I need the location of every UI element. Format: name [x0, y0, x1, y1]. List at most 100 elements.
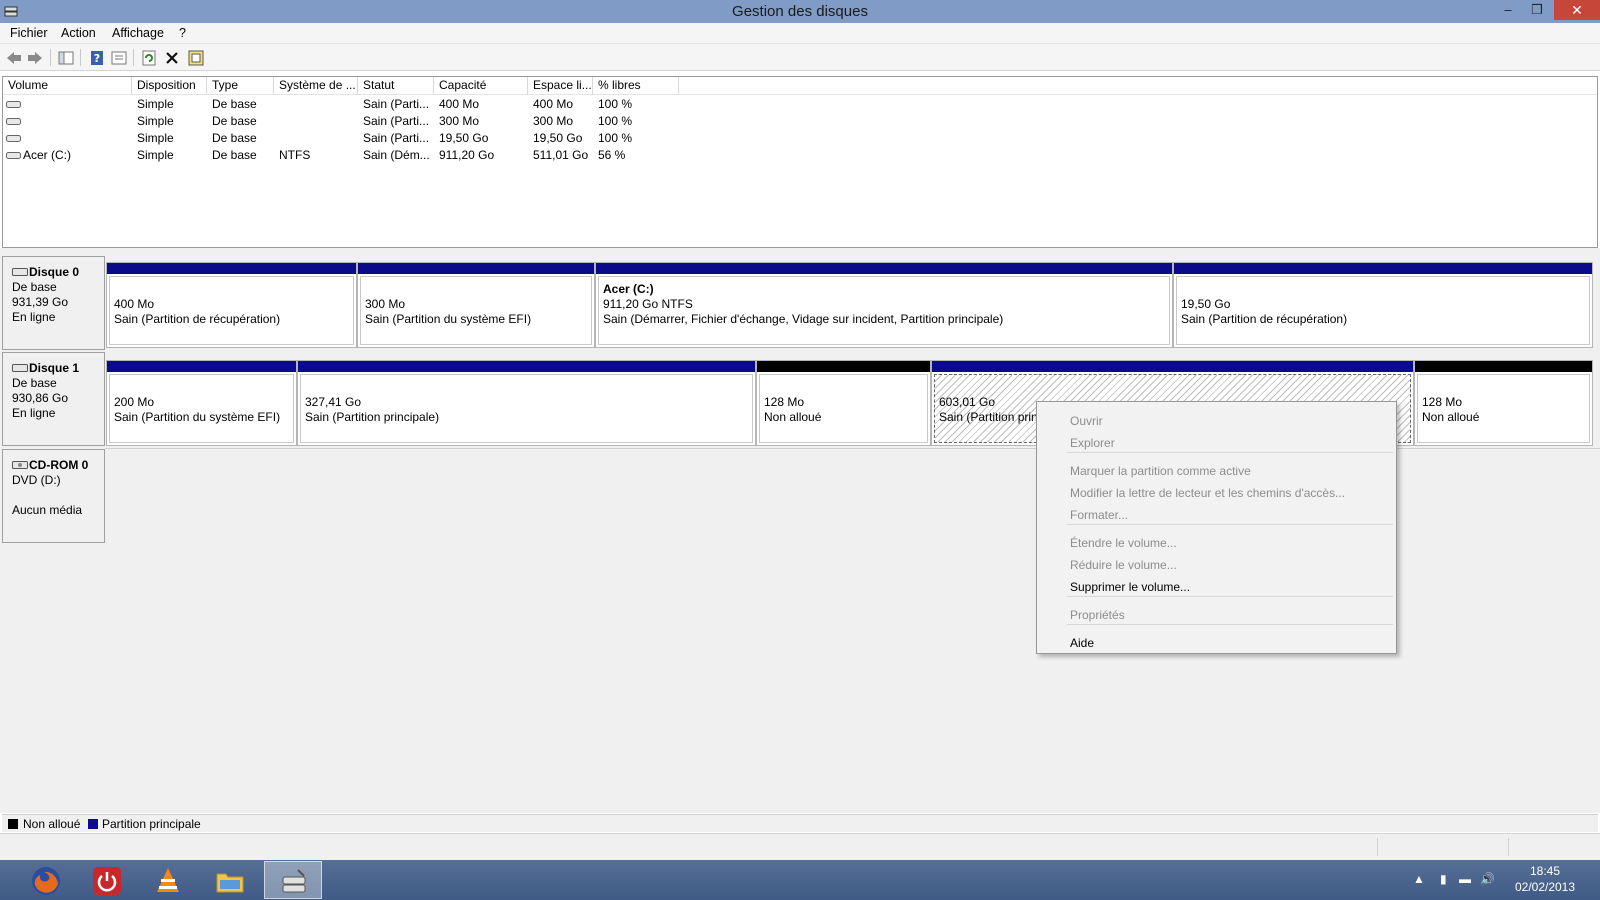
- console-tree-icon[interactable]: [57, 49, 75, 67]
- back-icon[interactable]: [5, 49, 23, 67]
- refresh-icon[interactable]: [140, 49, 158, 67]
- cdrom-media: Aucun média: [12, 503, 83, 517]
- legend-unallocated: Non alloué: [23, 817, 81, 831]
- menu-item-explore[interactable]: Explorer: [1070, 436, 1115, 450]
- table-row[interactable]: Simple De base Sain (Parti... 300 Mo 300…: [3, 113, 703, 130]
- taskbar-firefox[interactable]: [17, 861, 75, 899]
- menu-item-delete-volume[interactable]: Supprimer le volume...: [1070, 580, 1190, 594]
- partition-disk0-recovery-19[interactable]: 19,50 Go Sain (Partition de récupération…: [1173, 262, 1593, 348]
- column-capacity[interactable]: Capacité: [434, 77, 528, 95]
- partition-status: Sain (Partition de récupération): [1181, 312, 1348, 326]
- taskbar-disk-management[interactable]: [264, 861, 322, 899]
- menu-item-shrink-volume[interactable]: Réduire le volume...: [1070, 558, 1177, 572]
- row-percent: 100 %: [598, 114, 633, 128]
- clock[interactable]: 18:45 02/02/2013: [1505, 863, 1585, 895]
- vlc-icon: [157, 868, 179, 892]
- partition-size: 128 Mo: [764, 395, 805, 409]
- row-percent: 100 %: [598, 97, 633, 111]
- disk-1-label[interactable]: Disque 1 De base 930,86 Go En ligne: [2, 352, 105, 446]
- minimize-button[interactable]: –: [1493, 0, 1523, 20]
- column-free-space[interactable]: Espace li...: [528, 77, 593, 95]
- taskbar-vlc[interactable]: [139, 861, 197, 899]
- row-capacity: 300 Mo: [439, 114, 480, 128]
- disk-management-icon: [282, 869, 306, 893]
- power-icon: [93, 867, 121, 895]
- partition-disk1-unallocated-2[interactable]: 128 Mo Non alloué: [1414, 360, 1593, 446]
- row-free: 511,01 Go: [533, 148, 589, 162]
- network-icon[interactable]: ▬: [1459, 872, 1471, 886]
- partition-disk0-recovery-400[interactable]: 400 Mo Sain (Partition de récupération): [106, 262, 357, 348]
- partition-size: 400 Mo: [114, 297, 155, 311]
- menu-help[interactable]: ?: [179, 26, 186, 40]
- partition-size: 327,41 Go: [305, 395, 362, 409]
- show-hidden-icons-icon[interactable]: ▲: [1413, 872, 1425, 886]
- clock-time: 18:45: [1529, 864, 1561, 878]
- table-row[interactable]: Acer (C:) Simple De base NTFS Sain (Dém.…: [3, 147, 703, 164]
- column-percent-free[interactable]: % libres: [593, 77, 679, 95]
- menu-item-format[interactable]: Formater...: [1070, 508, 1128, 522]
- delete-icon[interactable]: [163, 49, 181, 67]
- properties-icon[interactable]: [110, 49, 128, 67]
- disk-0-size: 931,39 Go: [12, 295, 69, 309]
- file-explorer-icon: [216, 873, 244, 893]
- column-filesystem[interactable]: Système de ...: [274, 77, 358, 95]
- row-status: Sain (Parti...: [363, 97, 430, 111]
- close-button[interactable]: ✕: [1554, 0, 1600, 20]
- partition-status: Sain (Partition du système EFI): [114, 410, 281, 424]
- cdrom-drive: DVD (D:): [12, 473, 61, 487]
- partition-status: Non alloué: [1422, 410, 1480, 424]
- column-status[interactable]: Statut: [358, 77, 434, 95]
- disk-0-type: De base: [12, 280, 57, 294]
- toolbar: ?: [0, 44, 1600, 71]
- drive-icon: [6, 152, 21, 159]
- help-icon[interactable]: ?: [88, 49, 106, 67]
- row-filesystem: NTFS: [279, 148, 311, 162]
- column-disposition[interactable]: Disposition: [132, 77, 207, 95]
- disk-0-label[interactable]: Disque 0 De base 931,39 Go En ligne: [2, 256, 105, 350]
- row-volume: Acer (C:): [23, 148, 71, 162]
- partition-disk0-efi[interactable]: 300 Mo Sain (Partition du système EFI): [357, 262, 595, 348]
- row-disposition: Simple: [137, 131, 174, 145]
- menu-item-change-drive-letter[interactable]: Modifier la lettre de lecteur et les che…: [1070, 486, 1345, 500]
- partition-disk1-efi[interactable]: 200 Mo Sain (Partition du système EFI): [106, 360, 297, 446]
- menu-view[interactable]: Affichage: [112, 26, 164, 40]
- table-row[interactable]: Simple De base Sain (Parti... 19,50 Go 1…: [3, 130, 703, 147]
- volume-icon[interactable]: 🔊: [1480, 872, 1495, 886]
- menu-bar: Fichier Action Affichage ?: [0, 23, 1600, 44]
- legend: Non alloué Partition principale: [2, 814, 1598, 832]
- menu-item-extend-volume[interactable]: Étendre le volume...: [1070, 536, 1177, 550]
- partition-title: Acer (C:): [603, 282, 654, 296]
- taskbar: ▲ ▮ ▬ 🔊 18:45 02/02/2013: [0, 860, 1600, 900]
- row-percent: 100 %: [598, 131, 633, 145]
- disk-0-name: Disque 0: [29, 265, 80, 279]
- menu-file[interactable]: Fichier: [10, 26, 48, 40]
- legend-unallocated-swatch: [8, 819, 18, 829]
- menu-item-help[interactable]: Aide: [1070, 636, 1094, 650]
- restore-button[interactable]: ❐: [1522, 0, 1552, 20]
- partition-disk1-unallocated-1[interactable]: 128 Mo Non alloué: [756, 360, 931, 446]
- column-type[interactable]: Type: [207, 77, 274, 95]
- battery-icon[interactable]: ▮: [1440, 872, 1447, 886]
- menu-item-open[interactable]: Ouvrir: [1070, 414, 1103, 428]
- status-bar: [0, 833, 1600, 860]
- forward-icon[interactable]: [26, 49, 44, 67]
- row-type: De base: [212, 131, 257, 145]
- row-disposition: Simple: [137, 114, 174, 128]
- column-volume[interactable]: Volume: [3, 77, 132, 95]
- partition-disk1-primary-327[interactable]: 327,41 Go Sain (Partition principale): [297, 360, 756, 446]
- settings-icon[interactable]: [187, 49, 205, 67]
- table-row[interactable]: Simple De base Sain (Parti... 400 Mo 400…: [3, 96, 703, 113]
- taskbar-file-explorer[interactable]: [201, 861, 259, 899]
- partition-disk0-acer-c[interactable]: Acer (C:) 911,20 Go NTFS Sain (Démarrer,…: [595, 262, 1173, 348]
- row-percent: 56 %: [598, 148, 626, 162]
- menu-item-properties[interactable]: Propriétés: [1070, 608, 1125, 622]
- cdrom-0-label[interactable]: CD-ROM 0 DVD (D:) Aucun média: [2, 449, 105, 543]
- legend-primary: Partition principale: [102, 817, 201, 831]
- volume-list: Volume Disposition Type Système de ... S…: [2, 76, 1598, 248]
- menu-item-mark-active[interactable]: Marquer la partition comme active: [1070, 464, 1251, 478]
- taskbar-power[interactable]: [78, 861, 136, 899]
- drive-icon: [6, 118, 21, 125]
- disk-1-type: De base: [12, 376, 57, 390]
- menu-action[interactable]: Action: [61, 26, 96, 40]
- row-disposition: Simple: [137, 97, 174, 111]
